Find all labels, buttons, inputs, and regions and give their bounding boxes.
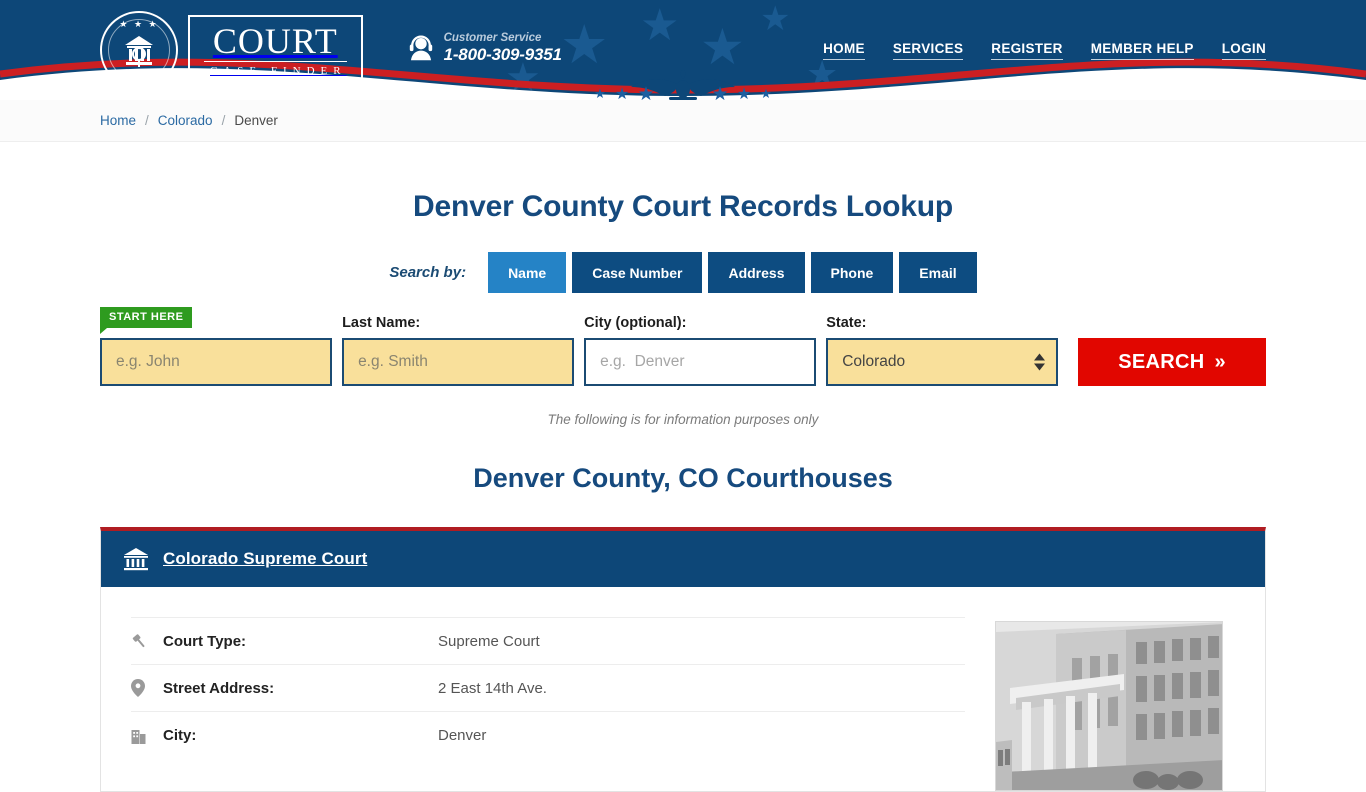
detail-label: Street Address: [163, 679, 275, 697]
page-title: Denver County Court Records Lookup [413, 190, 953, 223]
city-field: City (optional): [584, 315, 817, 386]
detail-value: Denver [438, 726, 487, 744]
site-header: ★ ★ ★ ★ ★ ★ ★ ★ ★ ★ ★ ★ ★ ★ ★ COURT CASE… [0, 0, 1366, 100]
search-by-tabs: Search by: Name Case Number Address Phon… [100, 252, 1266, 293]
last-name-label: Last Name: [342, 315, 421, 331]
disclaimer-text: The following is for information purpose… [547, 412, 819, 427]
breadcrumb-separator: / [221, 113, 226, 128]
courthouse-card: Colorado Supreme Court Court Type: Supre… [100, 527, 1266, 792]
courthouse-seal-icon [125, 36, 153, 67]
first-name-input[interactable] [100, 338, 333, 386]
logo-seal-stars: ★ ★ ★ [119, 19, 159, 29]
city-building-icon [131, 727, 163, 744]
customer-service-label: Customer Service [443, 32, 542, 44]
customer-service-phone[interactable]: 1-800-309-9351 [444, 45, 562, 65]
detail-row-street-address: Street Address: 2 East 14th Ave. [131, 664, 965, 711]
main-navigation: HOME SERVICES REGISTER MEMBER HELP LOGIN [823, 41, 1266, 60]
detail-value: Supreme Court [438, 632, 540, 650]
state-select[interactable]: Colorado [826, 338, 1059, 386]
logo-title: COURT [204, 22, 347, 62]
last-name-field: Last Name: [342, 315, 575, 386]
courthouse-details: Court Type: Supreme Court Street Address… [131, 609, 965, 791]
detail-value: 2 East 14th Ave. [438, 679, 547, 697]
search-button-label: SEARCH [1118, 350, 1205, 373]
map-pin-icon [131, 679, 163, 697]
section-title: Denver County, CO Courthouses [473, 463, 893, 493]
main-content: Denver County Court Records Lookup Searc… [0, 190, 1366, 792]
detail-row-court-type: Court Type: Supreme Court [131, 617, 965, 664]
tab-case-number[interactable]: Case Number [572, 252, 703, 293]
breadcrumb-item-colorado[interactable]: Colorado [158, 113, 213, 128]
courthouse-photo-wrap [995, 609, 1235, 791]
nav-item-home[interactable]: HOME [823, 41, 865, 60]
start-here-badge: START HERE [100, 307, 193, 334]
nav-item-member-help[interactable]: MEMBER HELP [1090, 41, 1194, 60]
double-chevron-right-icon: » [1214, 350, 1226, 373]
customer-service-block: Customer Service 1-800-309-9351 [407, 31, 562, 65]
courthouse-bank-icon [124, 548, 148, 571]
state-field: State: Colorado [826, 315, 1059, 386]
nav-item-services[interactable]: SERVICES [892, 41, 964, 60]
nav-item-register[interactable]: REGISTER [991, 41, 1063, 60]
breadcrumb: Home / Colorado / Denver [0, 100, 1366, 142]
logo-seal-icon: ★ ★ ★ [100, 11, 178, 89]
courthouse-building-photo [995, 621, 1223, 791]
last-name-input[interactable] [342, 338, 575, 386]
tab-name[interactable]: Name [488, 252, 567, 293]
search-button[interactable]: SEARCH » [1078, 338, 1267, 386]
gavel-icon [131, 633, 163, 650]
courthouse-card-header: Colorado Supreme Court [101, 531, 1265, 587]
detail-label: Court Type: [163, 632, 247, 650]
courthouse-name-link[interactable]: Colorado Supreme Court [163, 549, 367, 569]
detail-row-city: City: Denver [131, 711, 965, 758]
tab-address[interactable]: Address [708, 252, 805, 293]
nav-item-login[interactable]: LOGIN [1221, 41, 1266, 60]
headset-agent-icon [409, 35, 432, 61]
site-logo[interactable]: ★ ★ ★ COURT CASE FINDER [100, 11, 363, 89]
tab-phone[interactable]: Phone [810, 252, 894, 293]
city-label: City (optional): [584, 315, 687, 331]
search-form: START HERE First Name: Last Name: City (… [100, 307, 1267, 386]
breadcrumb-item-home[interactable]: Home [100, 113, 136, 128]
logo-subtitle: CASE FINDER [210, 64, 347, 77]
tab-email[interactable]: Email [899, 252, 977, 293]
search-by-label: Search by: [389, 264, 467, 281]
courthouse-card-body: Court Type: Supreme Court Street Address… [101, 587, 1265, 791]
detail-label: City: [163, 726, 197, 744]
breadcrumb-separator: / [145, 113, 149, 128]
city-input[interactable] [584, 338, 817, 386]
breadcrumb-item-denver: Denver [234, 113, 278, 128]
state-label: State: [826, 315, 867, 331]
